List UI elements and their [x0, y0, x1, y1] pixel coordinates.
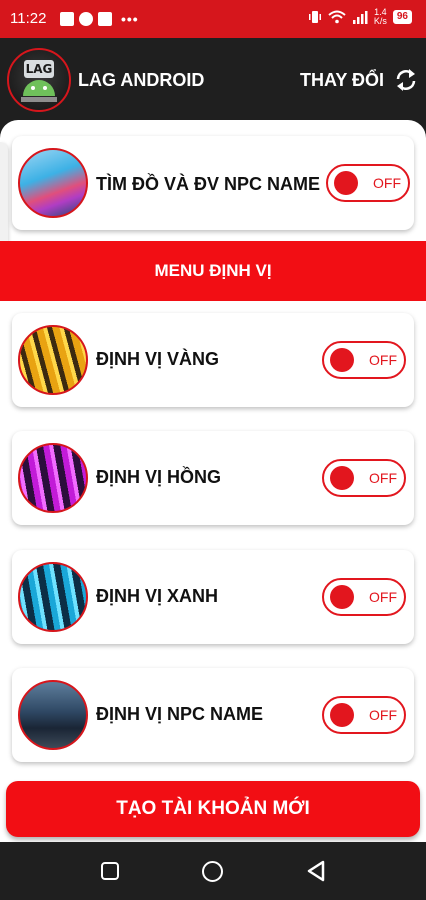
- search-item-toggle[interactable]: OFF: [326, 164, 410, 202]
- section-header: MENU ĐỊNH VỊ: [0, 241, 426, 301]
- list-item: ĐỊNH VỊ HỒNG OFF: [12, 431, 414, 525]
- toggle-knob: [330, 466, 354, 490]
- status-bar: 11:22 ••• 1.4 K/s 96: [0, 0, 426, 38]
- blue-locate-toggle[interactable]: OFF: [322, 578, 406, 616]
- back-icon[interactable]: [306, 860, 326, 882]
- app-logo: LAG: [7, 48, 71, 112]
- toggle-knob: [330, 703, 354, 727]
- list-item: ĐỊNH VỊ XANH OFF: [12, 550, 414, 644]
- search-item-thumbnail: [18, 148, 88, 218]
- more-notifications-icon: •••: [121, 11, 139, 27]
- toggle-knob: [330, 585, 354, 609]
- change-button[interactable]: THAY ĐỔI: [300, 70, 384, 91]
- app-icon: [98, 12, 112, 26]
- logo-text: LAG: [24, 60, 54, 78]
- gold-locate-label: ĐỊNH VỊ VÀNG: [96, 349, 220, 369]
- create-account-button[interactable]: TẠO TÀI KHOẢN MỚI: [6, 781, 420, 837]
- wifi-icon: [328, 10, 346, 24]
- vibrate-icon: [308, 11, 321, 23]
- app-title: LAG ANDROID: [78, 70, 205, 90]
- npc-locate-thumbnail: [18, 680, 88, 750]
- toggle-knob: [330, 348, 354, 372]
- list-item: ĐỊNH VỊ NPC NAME OFF: [12, 668, 414, 762]
- home-icon[interactable]: [202, 861, 223, 882]
- content-panel: TÌM ĐỒ VÀ ĐV NPC NAME OFF MENU ĐỊNH VỊ Đ…: [0, 120, 426, 842]
- notification-icons: •••: [60, 11, 139, 27]
- pink-locate-toggle[interactable]: OFF: [322, 459, 406, 497]
- gold-locate-toggle[interactable]: OFF: [322, 341, 406, 379]
- list-item: ĐỊNH VỊ VÀNG OFF: [12, 313, 414, 407]
- blue-locate-thumbnail: [18, 562, 88, 632]
- section-title: MENU ĐỊNH VỊ: [154, 261, 272, 280]
- status-time: 11:22: [10, 10, 47, 27]
- android-icon: [23, 80, 55, 96]
- toggle-state: OFF: [369, 589, 397, 605]
- gold-locate-thumbnail: [18, 325, 88, 395]
- npc-locate-label: ĐỊNH VỊ NPC NAME: [96, 704, 264, 724]
- toggle-state: OFF: [369, 470, 397, 486]
- messenger-icon: [79, 12, 93, 26]
- refresh-icon[interactable]: [393, 67, 419, 93]
- gallery-icon: [60, 12, 74, 26]
- toggle-knob: [334, 171, 358, 195]
- search-item-card: TÌM ĐỒ VÀ ĐV NPC NAME OFF: [12, 136, 414, 230]
- system-nav-bar: [0, 842, 426, 900]
- network-speed-unit: K/s: [373, 16, 387, 26]
- toggle-state: OFF: [369, 352, 397, 368]
- toggle-state: OFF: [369, 707, 397, 723]
- search-item-label: TÌM ĐỒ VÀ ĐV NPC NAME: [96, 174, 321, 194]
- signal-icon: [352, 11, 368, 24]
- pink-locate-label: ĐỊNH VỊ HỒNG: [96, 467, 222, 487]
- toggle-state: OFF: [373, 175, 401, 191]
- network-speed: 1.4 K/s: [374, 8, 387, 26]
- recent-apps-icon[interactable]: [101, 862, 119, 880]
- battery-indicator: 96: [392, 10, 412, 24]
- pink-locate-thumbnail: [18, 443, 88, 513]
- blue-locate-label: ĐỊNH VỊ XANH: [96, 586, 219, 606]
- system-icons: 1.4 K/s 96: [308, 8, 412, 26]
- npc-locate-toggle[interactable]: OFF: [322, 696, 406, 734]
- app-header: LAG LAG ANDROID THAY ĐỔI: [0, 38, 426, 122]
